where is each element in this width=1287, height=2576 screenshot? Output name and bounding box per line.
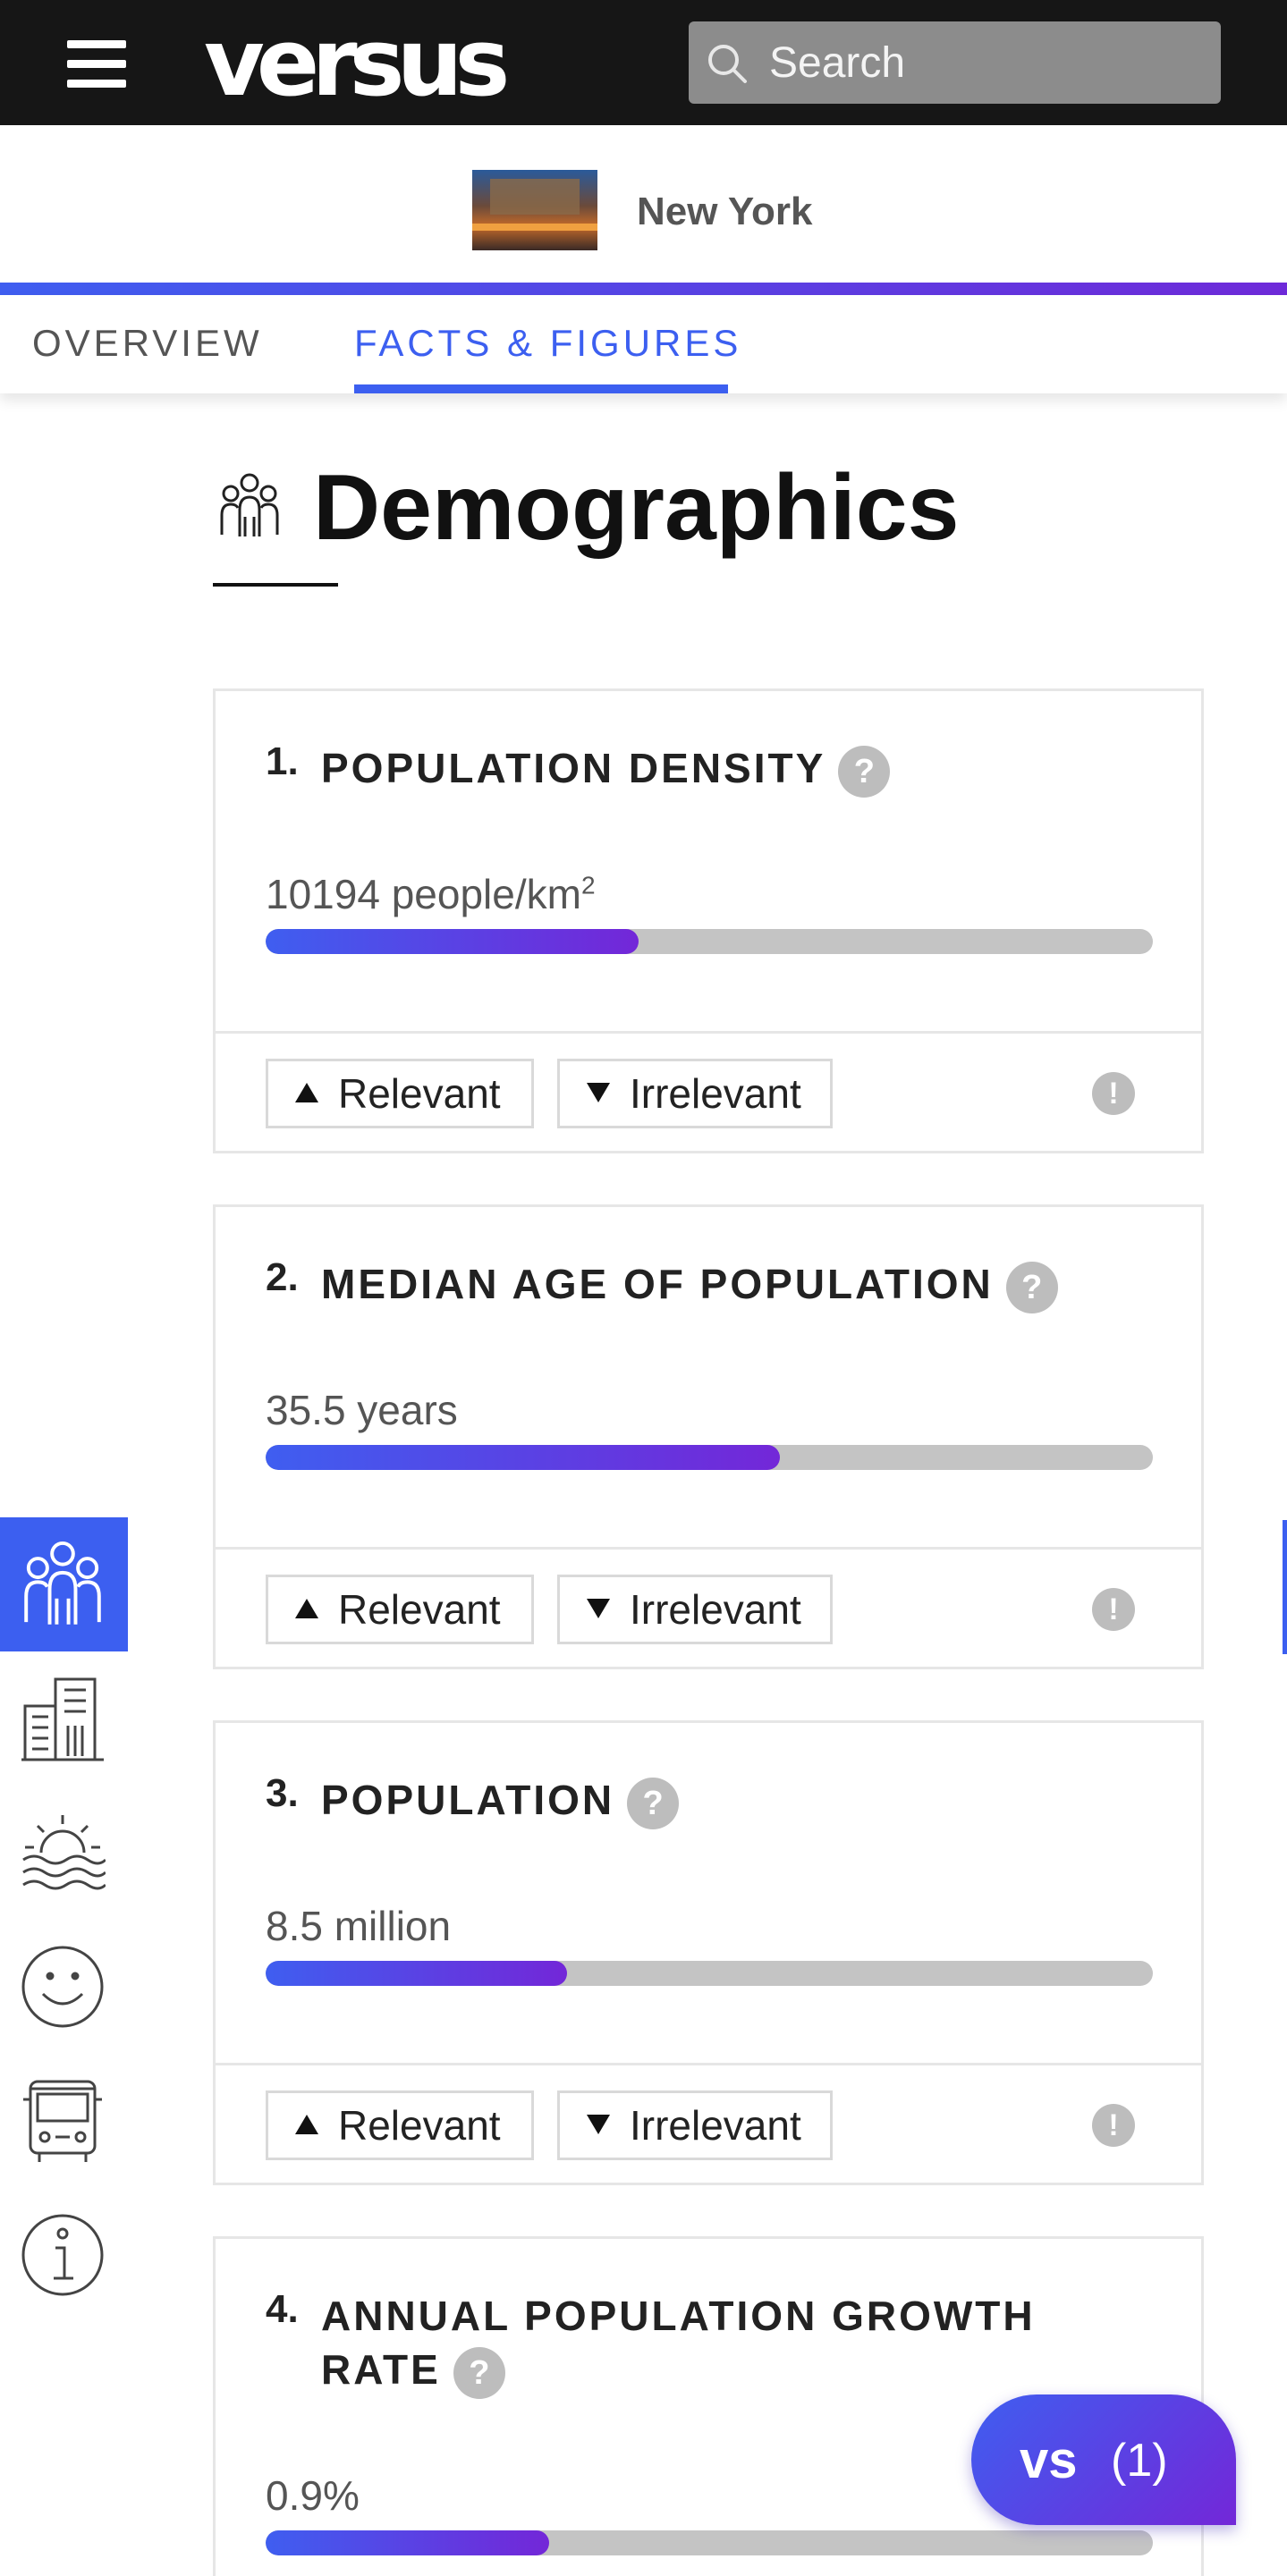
- people-icon: [220, 473, 279, 536]
- sunset-waves-icon: [22, 1815, 106, 1890]
- section-title: Demographics: [313, 456, 960, 560]
- card-title-text: ANNUAL POPULATION GROWTH: [321, 2293, 1036, 2339]
- help-icon[interactable]: ?: [453, 2346, 505, 2399]
- triangle-down-icon: [587, 2115, 610, 2134]
- fact-card-median-age: 2. MEDIAN AGE OF POPULATION? 35.5 years …: [213, 1204, 1204, 1669]
- report-icon[interactable]: !: [1092, 2104, 1135, 2147]
- bus-icon: [23, 2080, 102, 2162]
- nav-climate[interactable]: [0, 1786, 128, 1920]
- card-title-text: POPULATION: [321, 1777, 615, 1823]
- irrelevant-button[interactable]: Irrelevant: [557, 2090, 833, 2160]
- relevant-button[interactable]: Relevant: [266, 2090, 534, 2160]
- card-title: POPULATION?: [321, 1773, 680, 1829]
- nav-demographics[interactable]: [0, 1517, 128, 1651]
- value-bar-fill: [266, 929, 639, 954]
- value-bar-track: [266, 929, 1153, 954]
- relevant-label: Relevant: [338, 1586, 501, 1633]
- report-icon[interactable]: !: [1092, 1588, 1135, 1631]
- triangle-up-icon: [295, 2115, 318, 2134]
- card-title-text: MEDIAN AGE OF POPULATION: [321, 1261, 994, 1307]
- card-title-text: POPULATION DENSITY: [321, 745, 826, 791]
- compare-label: vs: [1020, 2431, 1078, 2489]
- city-thumbnail[interactable]: [472, 170, 597, 250]
- nav-buildings[interactable]: [0, 1651, 128, 1786]
- card-value: 0.9%: [266, 2472, 360, 2519]
- card-divider: [216, 2063, 1201, 2065]
- nav-happiness[interactable]: [0, 1920, 128, 2054]
- compare-count: (1): [1111, 2435, 1168, 2487]
- irrelevant-label: Irrelevant: [630, 2102, 801, 2149]
- versus-logo[interactable]: versus: [204, 16, 510, 109]
- relevant-button[interactable]: Relevant: [266, 1059, 534, 1128]
- irrelevant-button[interactable]: Irrelevant: [557, 1575, 833, 1644]
- compare-button[interactable]: vs (1): [971, 2394, 1236, 2525]
- triangle-up-icon: [295, 1083, 318, 1102]
- city-header: New York: [0, 125, 1287, 283]
- search-box[interactable]: [689, 21, 1221, 104]
- value-bar-fill: [266, 1961, 568, 1986]
- section-underline: [213, 583, 338, 587]
- triangle-down-icon: [587, 1599, 610, 1618]
- gradient-divider: [0, 283, 1287, 295]
- top-bar: versus: [0, 0, 1287, 125]
- help-icon[interactable]: ?: [627, 1777, 680, 1829]
- card-value: 10194 people/km2: [266, 870, 596, 918]
- card-value: 8.5 million: [266, 1903, 452, 1949]
- value-bar-track: [266, 1961, 1153, 1986]
- card-divider: [216, 1547, 1201, 1550]
- card-title: MEDIAN AGE OF POPULATION?: [321, 1257, 1058, 1313]
- help-icon[interactable]: ?: [1005, 1261, 1058, 1313]
- card-number: 2.: [266, 1255, 299, 1299]
- nav-transport[interactable]: [0, 2054, 128, 2188]
- triangle-up-icon: [295, 1599, 318, 1618]
- card-divider: [216, 1031, 1201, 1034]
- scroll-edge-indicator: [1283, 1520, 1287, 1654]
- value-bar-fill: [266, 1445, 781, 1470]
- fact-card-population-density: 1. POPULATION DENSITY? 10194 people/km2 …: [213, 688, 1204, 1153]
- card-value-text: 10194 people/km: [266, 871, 581, 917]
- card-value: 35.5 years: [266, 1387, 458, 1433]
- card-number: 3.: [266, 1771, 299, 1815]
- active-tab-indicator: [354, 384, 728, 393]
- smiley-icon: [21, 1946, 104, 2028]
- info-icon: [21, 2214, 104, 2296]
- card-title-text-line2: RATE: [321, 2346, 441, 2393]
- search-input[interactable]: [769, 34, 1198, 91]
- card-title: POPULATION DENSITY?: [321, 741, 891, 798]
- city-name[interactable]: New York: [637, 190, 812, 234]
- irrelevant-button[interactable]: Irrelevant: [557, 1059, 833, 1128]
- nav-info[interactable]: [0, 2188, 128, 2322]
- triangle-down-icon: [587, 1083, 610, 1102]
- tab-bar: OVERVIEW FACTS & FIGURES: [0, 295, 1287, 393]
- irrelevant-label: Irrelevant: [630, 1586, 801, 1633]
- card-number: 4.: [266, 2287, 299, 2331]
- search-icon: [708, 45, 747, 83]
- relevant-label: Relevant: [338, 2102, 501, 2149]
- value-bar-track: [266, 2530, 1153, 2555]
- card-title: ANNUAL POPULATION GROWTH RATE?: [321, 2289, 1036, 2399]
- tab-overview[interactable]: OVERVIEW: [32, 322, 263, 365]
- report-icon[interactable]: !: [1092, 1072, 1135, 1115]
- buildings-icon: [21, 1677, 104, 1761]
- value-bar-fill: [266, 2530, 550, 2555]
- menu-icon[interactable]: [67, 40, 126, 89]
- help-icon[interactable]: ?: [838, 745, 891, 798]
- value-bar-track: [266, 1445, 1153, 1470]
- relevant-label: Relevant: [338, 1070, 501, 1117]
- people-icon: [24, 1541, 101, 1625]
- card-value-superscript: 2: [580, 871, 596, 899]
- tab-facts-figures[interactable]: FACTS & FIGURES: [354, 322, 741, 365]
- relevant-button[interactable]: Relevant: [266, 1575, 534, 1644]
- irrelevant-label: Irrelevant: [630, 1070, 801, 1117]
- fact-card-population: 3. POPULATION? 8.5 million Relevant Irre…: [213, 1720, 1204, 2185]
- card-number: 1.: [266, 739, 299, 783]
